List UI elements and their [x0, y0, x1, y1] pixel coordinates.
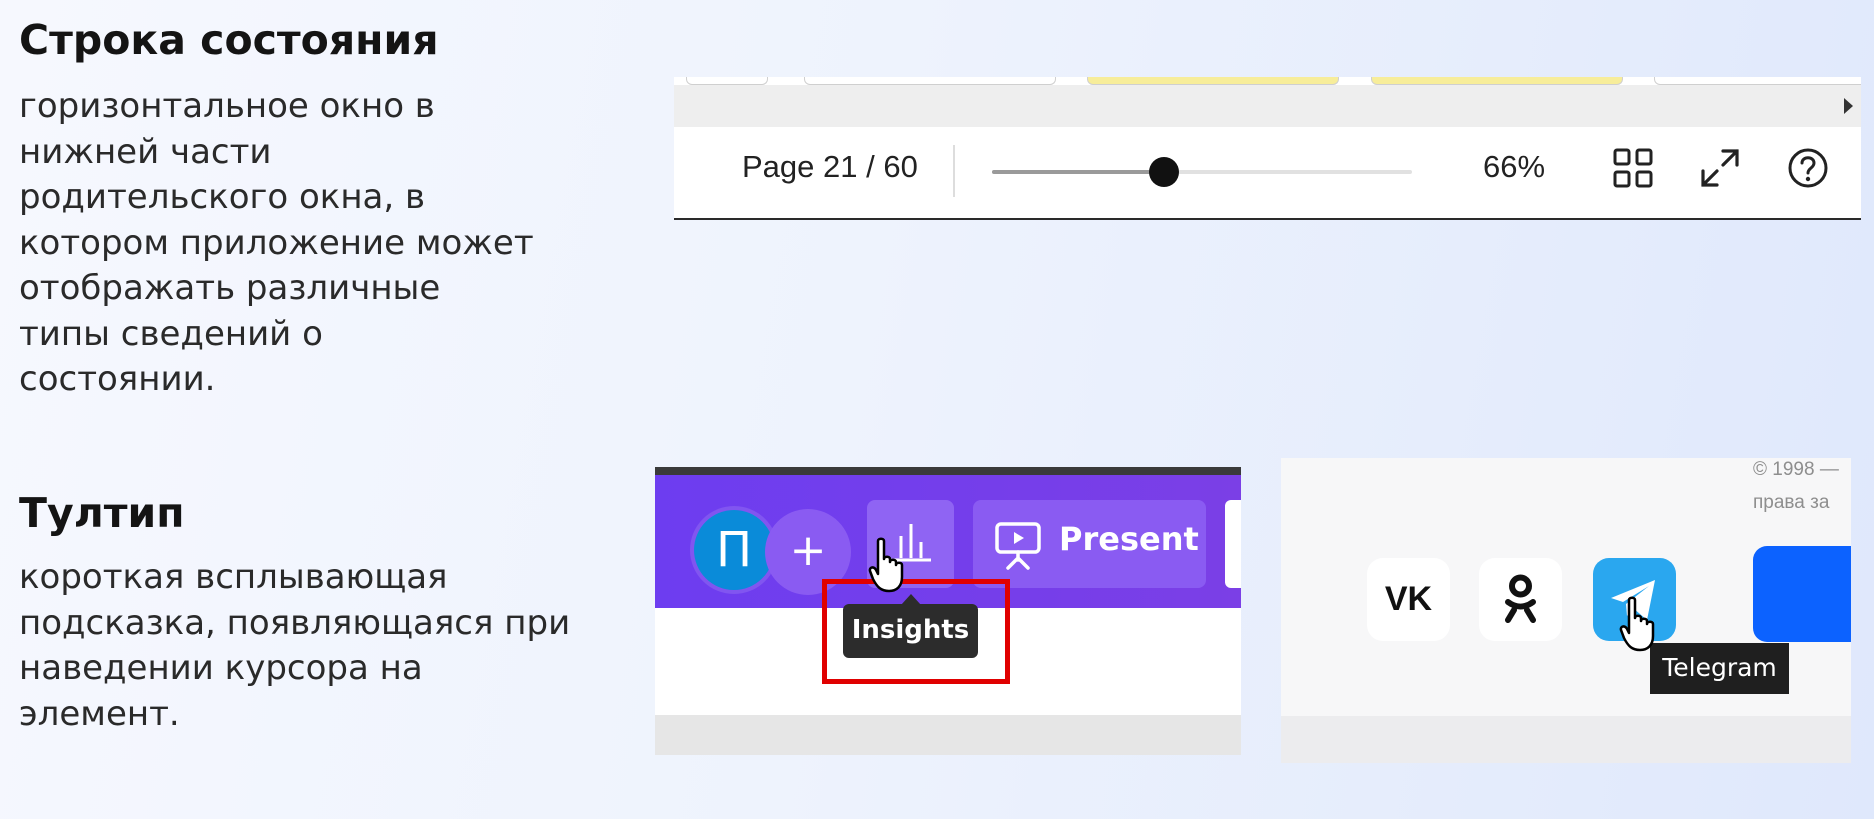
page-thumbnail[interactable] [1654, 77, 1861, 85]
zoom-slider-fill [992, 170, 1165, 174]
page-thumbnail[interactable] [1087, 77, 1339, 85]
page-thumbnail[interactable] [804, 77, 1056, 85]
page-indicator[interactable]: Page 21 / 60 [742, 149, 918, 185]
present-button[interactable]: Present [973, 500, 1206, 588]
fullscreen-icon[interactable] [1699, 147, 1741, 189]
avatar[interactable]: П [694, 510, 774, 590]
present-label: Present [1059, 520, 1199, 558]
vk-button[interactable]: VK [1367, 558, 1450, 641]
page-thumbnails-strip [674, 77, 1861, 85]
status-bar-heading: Строка состояния [19, 16, 439, 64]
horizontal-scrollbar[interactable] [674, 85, 1861, 127]
telegram-tooltip: Telegram [1650, 643, 1789, 694]
tooltip-highlight-frame [822, 579, 1010, 684]
status-bar-example: Page 21 / 60 66% [674, 77, 1861, 220]
hand-cursor-icon [1619, 596, 1655, 652]
zoom-percentage[interactable]: 66% [1483, 149, 1545, 185]
odnoklassniki-button[interactable] [1479, 558, 1562, 641]
tooltip-heading: Тултип [19, 489, 185, 537]
window-top-edge [655, 467, 1241, 475]
odnoklassniki-icon [1505, 574, 1536, 623]
status-bar-description: горизонтальное окно в нижней части родит… [19, 86, 534, 399]
primary-button-edge[interactable] [1753, 546, 1851, 642]
zoom-slider-handle[interactable] [1149, 157, 1180, 187]
copyright-text: © 1998 — права за [1753, 459, 1839, 513]
presentation-icon [995, 522, 1041, 570]
page-thumbnail[interactable] [686, 77, 768, 85]
insights-tooltip-example: П + Present Insights [655, 467, 1241, 755]
status-bar: Page 21 / 60 66% [674, 127, 1861, 218]
telegram-tooltip-example: © 1998 — права за VK Telegram [1281, 458, 1851, 763]
share-button-edge[interactable] [1225, 500, 1241, 588]
vk-icon: VK [1384, 580, 1433, 618]
hand-cursor-icon [868, 537, 904, 593]
page-thumbnail[interactable] [1371, 77, 1623, 85]
tooltip-description: короткая всплывающая подсказка, появляющ… [19, 557, 571, 734]
zoom-slider[interactable] [992, 157, 1412, 187]
divider [953, 145, 955, 197]
help-icon[interactable] [1787, 147, 1829, 189]
footer-bar [1281, 716, 1851, 763]
scroll-right-arrow-icon[interactable] [1844, 98, 1853, 114]
grid-view-icon[interactable] [1612, 147, 1654, 189]
